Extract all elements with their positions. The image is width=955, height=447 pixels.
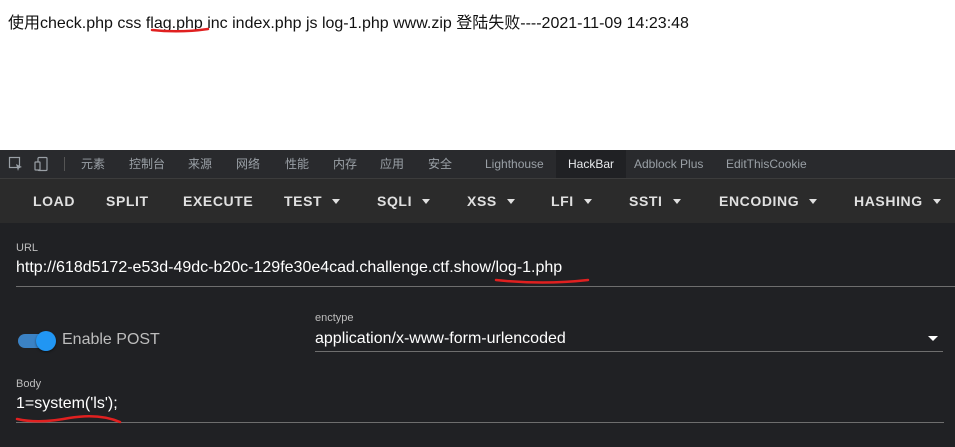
tab-elements[interactable]: 元素 (81, 150, 105, 178)
tab-adblock-plus[interactable]: Adblock Plus (634, 150, 703, 178)
hashing-label: HASHING (854, 193, 923, 209)
devtools-tabbar: 元素 控制台 来源 网络 性能 内存 应用 安全 Lighthouse Hack… (0, 150, 955, 179)
annotation-underline-url (494, 278, 590, 284)
tab-editthiscookie[interactable]: EditThisCookie (726, 150, 807, 178)
xss-dropdown[interactable]: XSS (467, 179, 515, 223)
tab-network[interactable]: 网络 (236, 150, 260, 178)
tab-performance[interactable]: 性能 (285, 150, 309, 178)
chevron-down-icon (332, 198, 341, 204)
split-button[interactable]: SPLIT (106, 179, 149, 223)
enable-post-label: Enable POST (62, 331, 160, 348)
body-label: Body (16, 378, 42, 390)
enable-post-toggle[interactable] (18, 331, 56, 351)
tab-hackbar[interactable]: HackBar (556, 150, 627, 178)
url-input[interactable]: http://618d5172-e53d-49dc-b20c-129fe30e4… (16, 259, 562, 277)
url-label: URL (16, 242, 39, 254)
encoding-dropdown[interactable]: ENCODING (719, 179, 818, 223)
inspect-icon[interactable] (8, 156, 24, 172)
xss-label: XSS (467, 193, 497, 209)
chevron-down-icon (422, 198, 431, 204)
load-label: LOAD (33, 193, 76, 209)
device-toolbar-icon[interactable] (34, 156, 50, 172)
sqli-label: SQLI (377, 193, 413, 209)
lfi-dropdown[interactable]: LFI (551, 179, 592, 223)
ssti-label: SSTI (629, 193, 663, 209)
test-dropdown[interactable]: TEST (284, 179, 341, 223)
body-input[interactable]: 1=system('ls'); (16, 395, 118, 413)
tab-memory[interactable]: 内存 (333, 150, 357, 178)
annotation-underline-flag (150, 27, 210, 33)
enctype-select[interactable]: application/x-www-form-urlencoded (315, 330, 566, 348)
tab-security[interactable]: 安全 (428, 150, 452, 178)
devtools-panel: 元素 控制台 来源 网络 性能 内存 应用 安全 Lighthouse Hack… (0, 150, 955, 447)
page-content: 使用check.php css flag.php inc index.php j… (0, 0, 955, 150)
tabbar-separator (64, 157, 65, 171)
test-label: TEST (284, 193, 323, 209)
chevron-down-icon (506, 198, 515, 204)
toggle-knob (36, 331, 56, 351)
tab-console[interactable]: 控制台 (129, 150, 165, 178)
enctype-label: enctype (315, 312, 354, 324)
url-underline (16, 286, 955, 287)
enctype-underline (315, 351, 943, 352)
execute-button[interactable]: EXECUTE (183, 179, 253, 223)
lfi-label: LFI (551, 193, 574, 209)
page-text: 使用check.php css flag.php inc index.php j… (8, 15, 689, 32)
split-label: SPLIT (106, 193, 149, 209)
hackbar-toolbar: LOAD SPLIT EXECUTE TEST SQLI XSS LFI SST… (0, 179, 955, 223)
chevron-down-icon (583, 198, 592, 204)
chevron-down-icon[interactable] (928, 336, 938, 341)
body-underline (16, 422, 944, 423)
chevron-down-icon (932, 198, 941, 204)
load-button[interactable]: LOAD (33, 179, 75, 223)
tab-lighthouse[interactable]: Lighthouse (485, 150, 544, 178)
ssti-dropdown[interactable]: SSTI (629, 179, 681, 223)
tab-sources[interactable]: 来源 (188, 150, 212, 178)
sqli-dropdown[interactable]: SQLI (377, 179, 431, 223)
annotation-underline-body (15, 414, 122, 424)
tab-application[interactable]: 应用 (380, 150, 404, 178)
chevron-down-icon (672, 198, 681, 204)
encoding-label: ENCODING (719, 193, 800, 209)
execute-label: EXECUTE (183, 193, 254, 209)
chevron-down-icon (809, 198, 818, 204)
hashing-dropdown[interactable]: HASHING (854, 179, 941, 223)
